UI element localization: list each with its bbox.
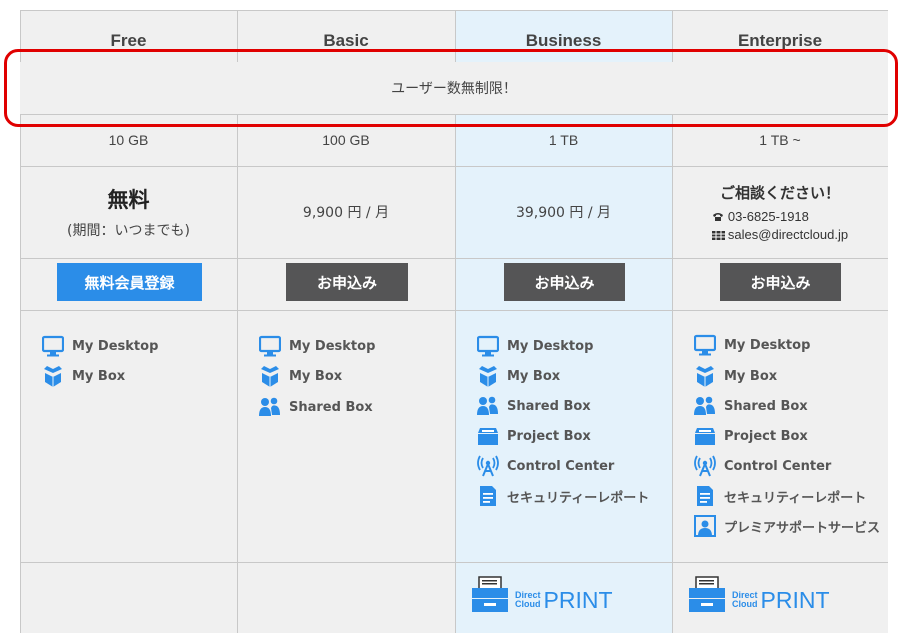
feature-shared-box: Shared Box [259, 396, 373, 418]
printer-icon [688, 576, 726, 613]
print-logo-cloud: Cloud [515, 599, 541, 609]
free-signup-button[interactable]: 無料会員登録 [57, 263, 202, 301]
feature-label: Shared Box [289, 399, 373, 415]
feature-premium-support: プレミアサポートサービス [694, 515, 880, 537]
feature-label: My Desktop [72, 338, 159, 354]
feature-project-box: Project Box [694, 425, 808, 447]
feature-shared-box: Shared Box [477, 395, 591, 417]
feature-label: セキュリティーレポート [724, 490, 867, 506]
feature-my-desktop: My Desktop [477, 335, 593, 357]
monitor-icon [694, 334, 716, 356]
feature-label: Project Box [724, 428, 808, 444]
printer-icon [471, 576, 509, 613]
phone-icon [712, 212, 723, 221]
feature-label: My Box [724, 368, 778, 384]
divider [20, 310, 888, 311]
feature-label: プレミアサポートサービス [724, 520, 881, 536]
feature-label: My Box [507, 368, 561, 384]
feature-my-box: My Box [694, 365, 777, 387]
feature-label: My Box [72, 368, 126, 384]
feature-label: Control Center [724, 458, 832, 474]
report-icon [697, 486, 713, 506]
phone-number: 03-6825-1918 [727, 209, 809, 224]
feature-control-center: Control Center [477, 455, 614, 477]
feature-label: My Box [289, 368, 343, 384]
feature-label: Control Center [507, 458, 615, 474]
feature-security-report: セキュリティーレポート [477, 485, 649, 507]
enterprise-apply-button[interactable]: お申込み [720, 263, 841, 301]
price-enterprise: ご相談ください！ 03-6825-1918 sales@directcloud.… [672, 166, 888, 258]
price-basic: 9,900 円 / 月 [302, 205, 390, 221]
monitor-icon [259, 335, 281, 357]
users-icon [477, 396, 498, 415]
print-logo-word: PRINT [760, 586, 830, 613]
feature-label: My Desktop [507, 338, 594, 354]
price-business: 39,900 円 / 月 [515, 205, 612, 221]
report-icon [480, 486, 496, 506]
feature-control-center: Control Center [694, 455, 831, 477]
feature-security-report: セキュリティーレポート [694, 485, 866, 507]
project-box-icon [695, 428, 715, 445]
feature-label: セキュリティーレポート [507, 490, 650, 506]
antenna-icon [477, 455, 499, 477]
feature-my-box: My Box [259, 365, 342, 387]
highlight-outline [4, 49, 898, 127]
feature-shared-box: Shared Box [694, 395, 808, 417]
monitor-icon [477, 335, 499, 357]
box-icon [43, 365, 63, 387]
directcloud-print-logo: Direct Cloud PRINT [687, 576, 830, 614]
contact-phone: 03-6825-1918 [712, 209, 809, 224]
feature-my-box: My Box [42, 365, 125, 387]
contact-title: ご相談ください！ [719, 184, 840, 202]
email-address[interactable]: sales@directcloud.jp [728, 227, 848, 242]
feature-label: Project Box [507, 428, 591, 444]
box-icon [260, 365, 280, 387]
print-logo-word: PRINT [543, 586, 613, 613]
feature-label: Shared Box [507, 398, 591, 414]
support-icon [694, 515, 716, 537]
price-free-period: (期間：いつまでも) [67, 223, 190, 239]
price-free: 無料 (期間：いつまでも) [20, 166, 237, 258]
project-box-icon [478, 428, 498, 445]
price-free-main: 無料 [107, 188, 150, 212]
print-logo-cloud: Cloud [732, 599, 758, 609]
business-apply-button[interactable]: お申込み [504, 263, 625, 301]
feature-label: Shared Box [724, 398, 808, 414]
feature-my-desktop: My Desktop [42, 335, 158, 357]
directcloud-print-logo: Direct Cloud PRINT [470, 576, 613, 614]
feature-my-desktop: My Desktop [259, 335, 375, 357]
feature-my-box: My Box [477, 365, 560, 387]
basic-apply-button[interactable]: お申込み [286, 263, 408, 301]
feature-label: My Desktop [289, 338, 376, 354]
contact-email: sales@directcloud.jp [711, 227, 848, 242]
users-icon [694, 396, 715, 415]
email-icon [711, 230, 725, 240]
feature-project-box: Project Box [477, 425, 591, 447]
box-icon [695, 365, 715, 387]
monitor-icon [42, 335, 64, 357]
divider [20, 562, 888, 563]
antenna-icon [694, 455, 716, 477]
feature-my-desktop: My Desktop [694, 334, 810, 356]
users-icon [259, 397, 280, 416]
box-icon [478, 365, 498, 387]
divider [20, 258, 888, 259]
feature-label: My Desktop [724, 337, 811, 353]
divider [20, 10, 888, 11]
